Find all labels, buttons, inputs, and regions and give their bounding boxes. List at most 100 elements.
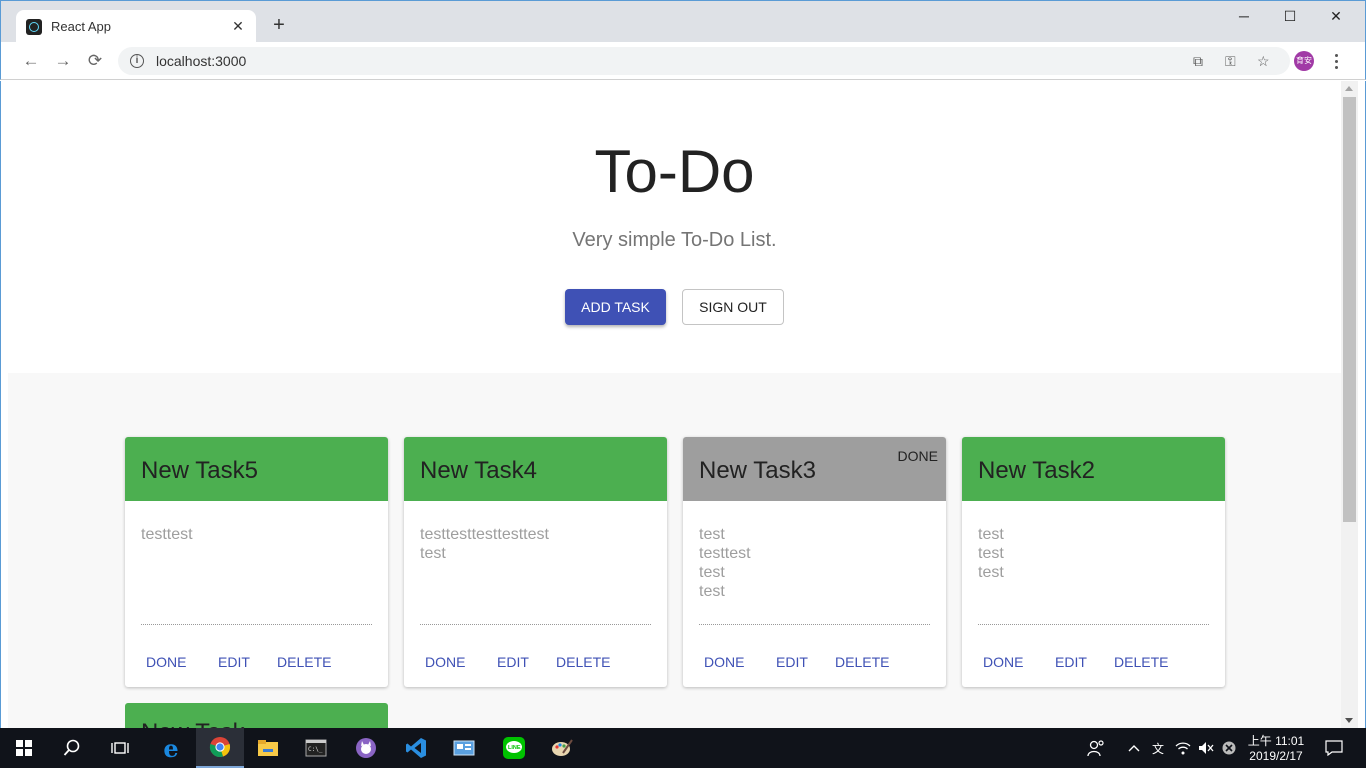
card-divider <box>978 624 1209 625</box>
tab-title: React App <box>51 19 111 34</box>
card-divider <box>420 624 651 625</box>
browser-tab[interactable]: React App ✕ <box>16 10 256 43</box>
scroll-thumb[interactable] <box>1343 97 1356 522</box>
card-actions: DONE EDIT DELETE <box>683 654 946 670</box>
paint-icon[interactable] <box>538 728 586 768</box>
more-menu-icon[interactable] <box>1329 50 1343 72</box>
page-subtitle: Very simple To-Do List. <box>572 229 777 251</box>
card-title: New Task <box>141 719 245 728</box>
card-text-line: test <box>699 583 725 600</box>
translate-icon[interactable]: ⧉ <box>1193 53 1203 70</box>
file-explorer-icon[interactable] <box>244 728 292 768</box>
address-bar[interactable]: i localhost:3000 ⧉ ⚿ ☆ <box>118 47 1290 75</box>
card-divider <box>699 624 930 625</box>
card-body: testtest <box>125 501 388 625</box>
done-button[interactable]: DONE <box>425 654 465 670</box>
terminal-icon[interactable]: C:\_ <box>292 728 340 768</box>
delete-button[interactable]: DELETE <box>1114 654 1168 670</box>
minimize-button[interactable]: ─ <box>1221 1 1267 31</box>
edit-button[interactable]: EDIT <box>497 654 529 670</box>
card-title: New Task4 <box>420 457 537 484</box>
page-viewport: To-Do Very simple To-Do List. ADD TASK S… <box>8 81 1341 728</box>
card-text-line: testtest <box>141 526 193 543</box>
close-circle-icon[interactable] <box>1218 728 1240 768</box>
browser-toolbar: ← → ⟳ i localhost:3000 ⧉ ⚿ ☆ 育安 <box>0 42 1366 80</box>
card-text-line: test <box>420 545 446 562</box>
card-actions: DONE EDIT DELETE <box>962 654 1225 670</box>
card-header: New Task2 <box>962 437 1225 501</box>
done-button[interactable]: DONE <box>146 654 186 670</box>
card-header: New Task4 <box>404 437 667 501</box>
card-title: New Task3 <box>699 457 816 484</box>
sign-out-button[interactable]: SIGN OUT <box>682 289 784 325</box>
edit-button[interactable]: EDIT <box>1055 654 1087 670</box>
forward-arrow-icon[interactable]: → <box>52 50 74 72</box>
input-method-icon[interactable]: 文 <box>1146 728 1170 768</box>
card-actions: DONE EDIT DELETE <box>404 654 667 670</box>
card-body: testtesttesttesttest test <box>404 501 667 625</box>
scroll-down-arrow-icon[interactable] <box>1345 718 1353 723</box>
chrome-icon[interactable] <box>196 728 244 768</box>
close-window-button[interactable]: ✕ <box>1313 1 1359 31</box>
svg-text:C:\_: C:\_ <box>308 746 323 753</box>
card-body: test testtest test test <box>683 501 946 625</box>
card-text-line: testtesttesttesttest <box>420 526 549 543</box>
network-icon[interactable] <box>1170 728 1196 768</box>
card-text-line: test <box>699 526 725 543</box>
task-view-icon[interactable] <box>96 728 144 768</box>
taskbar-date[interactable]: 2019/2/17 <box>1240 749 1312 763</box>
done-button[interactable]: DONE <box>704 654 744 670</box>
tab-close-icon[interactable]: ✕ <box>230 18 246 35</box>
card-header: New Task5 <box>125 437 388 501</box>
task-card: New Task4 testtesttesttesttest test DONE… <box>404 437 667 687</box>
windows-taskbar: e C:\_ LINE 文 上午 11:01 2019/2/17 <box>0 728 1366 768</box>
card-text-line: test <box>978 526 1004 543</box>
chevron-up-icon[interactable] <box>1122 728 1146 768</box>
done-button[interactable]: DONE <box>983 654 1023 670</box>
card-text-line: testtest <box>699 545 751 562</box>
card-title: New Task5 <box>141 457 258 484</box>
delete-button[interactable]: DELETE <box>835 654 889 670</box>
control-panel-icon[interactable] <box>440 728 488 768</box>
task-card: New Task2 test test test DONE EDIT DELET… <box>962 437 1225 687</box>
page-title: To-Do <box>594 138 755 205</box>
reload-icon[interactable]: ⟳ <box>84 50 106 72</box>
edit-button[interactable]: EDIT <box>218 654 250 670</box>
window-border-right <box>1358 81 1366 728</box>
vscode-icon[interactable] <box>392 728 440 768</box>
card-divider <box>141 624 372 625</box>
task-card: New Task5 testtest DONE EDIT DELETE <box>125 437 388 687</box>
task-card-done: New Task3 DONE test testtest test test D… <box>683 437 946 687</box>
search-icon[interactable] <box>48 728 96 768</box>
card-title: New Task2 <box>978 457 1095 484</box>
line-icon[interactable]: LINE <box>490 728 538 768</box>
info-icon[interactable]: i <box>130 54 144 68</box>
start-icon[interactable] <box>0 728 48 768</box>
people-icon[interactable] <box>1076 728 1116 768</box>
key-icon[interactable]: ⚿ <box>1225 53 1236 70</box>
page-scrollbar[interactable] <box>1341 81 1358 728</box>
browser-tab-strip: React App ✕ + ─ ☐ ✕ <box>0 0 1366 43</box>
new-tab-button[interactable]: + <box>269 15 289 35</box>
profile-avatar[interactable]: 育安 <box>1294 51 1314 71</box>
edge-icon[interactable]: e <box>147 728 195 768</box>
scroll-up-arrow-icon[interactable] <box>1345 86 1353 91</box>
card-body: test test test <box>962 501 1225 625</box>
delete-button[interactable]: DELETE <box>556 654 610 670</box>
edit-button[interactable]: EDIT <box>776 654 808 670</box>
taskbar-time[interactable]: 上午 11:01 <box>1240 732 1312 749</box>
star-icon[interactable]: ☆ <box>1257 53 1270 70</box>
svg-text:LINE: LINE <box>508 745 521 751</box>
react-favicon-icon <box>26 18 42 35</box>
card-text-line: test <box>978 545 1004 562</box>
volume-muted-icon[interactable] <box>1194 728 1218 768</box>
card-actions: DONE EDIT DELETE <box>125 654 388 670</box>
github-desktop-icon[interactable] <box>342 728 390 768</box>
card-text-line: test <box>978 564 1004 581</box>
delete-button[interactable]: DELETE <box>277 654 331 670</box>
hero-section: To-Do Very simple To-Do List. ADD TASK S… <box>8 81 1341 373</box>
add-task-button[interactable]: ADD TASK <box>565 289 666 325</box>
maximize-button[interactable]: ☐ <box>1267 1 1313 31</box>
notification-icon[interactable] <box>1318 728 1350 768</box>
back-arrow-icon[interactable]: ← <box>20 50 42 72</box>
